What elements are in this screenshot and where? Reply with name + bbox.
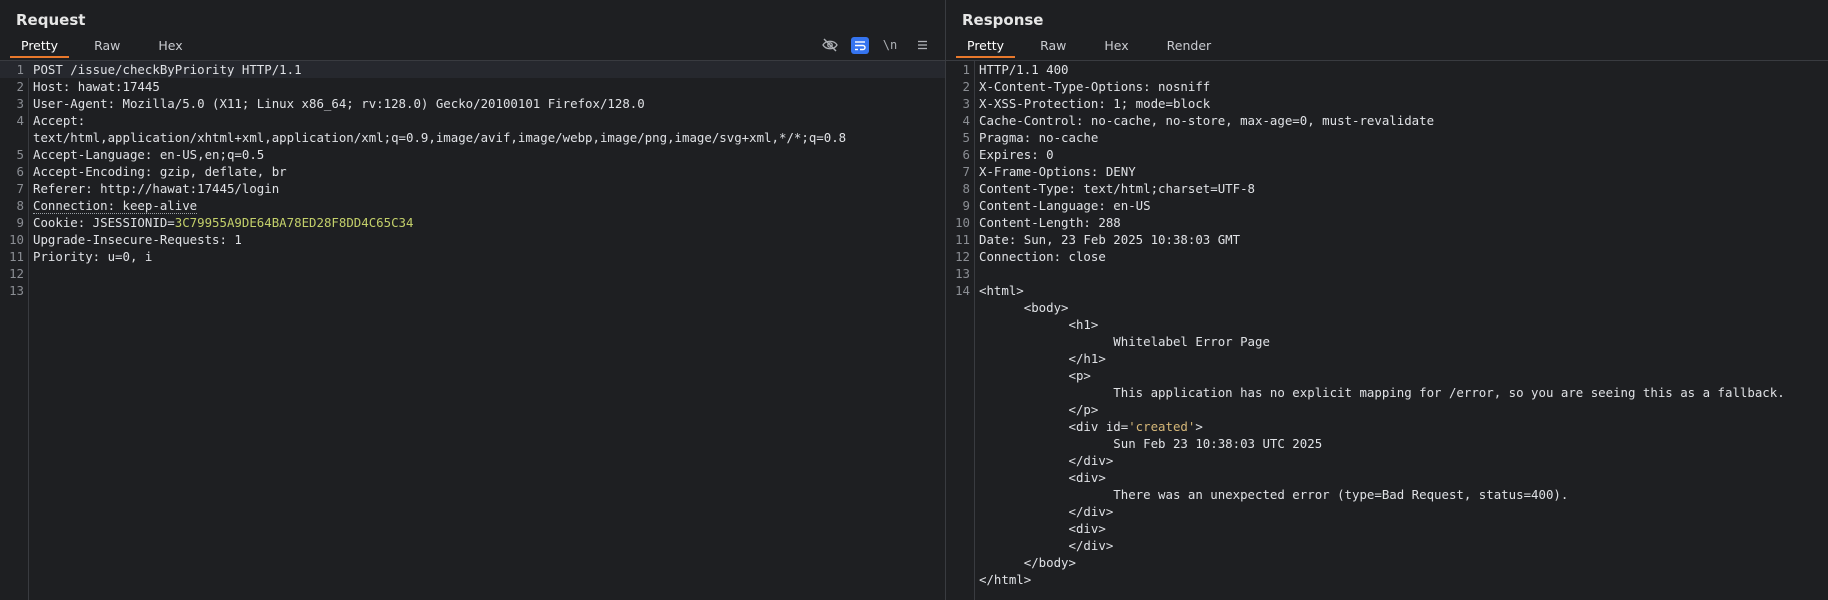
request-line: 6 Accept-Encoding: gzip, deflate, br [16, 164, 287, 179]
response-line: 3 X-XSS-Protection: 1; mode=block [962, 96, 1211, 111]
request-title: Request [16, 11, 86, 29]
request-tab-hex[interactable]: Hex [143, 35, 197, 58]
response-line: <div> [979, 521, 1106, 536]
request-line-wrapped: text/html,application/xhtml+xml,applicat… [33, 130, 847, 145]
newline-toggle[interactable]: \n [879, 35, 901, 55]
response-line: <h1> [979, 317, 1099, 332]
request-line: 2 Host: hawat:17445 [16, 79, 160, 94]
request-tab-raw[interactable]: Raw [79, 35, 135, 58]
response-line: 1 HTTP/1.1 400 [962, 62, 1069, 77]
response-line: 5 Pragma: no-cache [962, 130, 1099, 145]
request-line: 12 [9, 266, 24, 281]
response-line: 7 X-Frame-Options: DENY [962, 164, 1136, 179]
response-line: 8 Content-Type: text/html;charset=UTF-8 [962, 181, 1256, 196]
response-line: </html> [979, 572, 1032, 587]
response-line: 4 Cache-Control: no-cache, no-store, max-… [962, 113, 1435, 128]
session-id-value: 3C79955A9DE64BA78ED28F8DD4C65C34 [174, 215, 414, 230]
response-panel: Response Pretty Raw Hex Render 1 HTTP/1.1… [946, 0, 1828, 600]
wrap-icon[interactable] [851, 36, 869, 54]
response-tab-pretty[interactable]: Pretty [952, 35, 1019, 58]
response-line: <div> [979, 470, 1106, 485]
response-line: </body> [979, 555, 1076, 570]
response-tab-raw[interactable]: Raw [1025, 35, 1081, 58]
request-tabs: Pretty Raw Hex [6, 35, 198, 58]
response-line: 11 Date: Sun, 23 Feb 2025 10:38:03 GMT [955, 232, 1241, 247]
request-editor[interactable]: 1 POST /issue/checkByPriority HTTP/1.1 2H… [0, 60, 945, 600]
request-toolbar: \n [819, 34, 933, 56]
response-title: Response [962, 11, 1044, 29]
response-tabs: Pretty Raw Hex Render [952, 35, 1226, 58]
response-line: <p> [979, 368, 1091, 383]
response-line: </div> [979, 453, 1114, 468]
response-line: 10 Content-Length: 288 [955, 215, 1121, 230]
response-editor[interactable]: 1 HTTP/1.1 400 2 X-Content-Type-Options: n… [946, 60, 1828, 600]
request-line: 5 Accept-Language: en-US,en;q=0.5 [16, 147, 265, 162]
request-line: 10 Upgrade-Insecure-Requests: 1 [9, 232, 242, 247]
response-tab-render[interactable]: Render [1152, 35, 1227, 58]
menu-icon[interactable] [911, 35, 933, 55]
response-line: Whitelabel Error Page [979, 334, 1270, 349]
response-line: 13 [955, 266, 970, 281]
response-line: 6 Expires: 0 [962, 147, 1054, 162]
response-line: </div> [979, 504, 1114, 519]
eye-off-icon[interactable] [819, 35, 841, 55]
request-line: 8 Connection: keep-alive [16, 198, 198, 214]
request-line: 3 User-Agent: Mozilla/5.0 (X11; Linux x86… [16, 96, 645, 111]
response-line-created-div: <div id='created'> [979, 419, 1203, 434]
request-tab-pretty[interactable]: Pretty [6, 35, 73, 58]
response-line: </h1> [979, 351, 1106, 366]
request-line: 7 Referer: http://hawat:17445/login [16, 181, 280, 196]
response-line: This application has no explicit mapping… [979, 385, 1785, 400]
response-line: Sun Feb 23 10:38:03 UTC 2025 [979, 436, 1323, 451]
response-line: 14 <html> [955, 283, 1024, 298]
response-line: 12 Connection: close [955, 249, 1106, 264]
request-line: 4 Accept: [16, 113, 86, 128]
request-line: 1 POST /issue/checkByPriority HTTP/1.1 [0, 61, 945, 78]
response-line: 2 X-Content-Type-Options: nosniff [962, 79, 1211, 94]
response-line: There was an unexpected error (type=Bad … [979, 487, 1569, 502]
response-line: 9 Content-Language: en-US [962, 198, 1151, 213]
request-line: 11 Priority: u=0, i [9, 249, 153, 264]
response-line: </div> [979, 538, 1114, 553]
response-line: <body> [979, 300, 1069, 315]
response-tab-hex[interactable]: Hex [1089, 35, 1143, 58]
request-panel: Request Pretty Raw Hex \n 1 POST /issue/… [0, 0, 945, 600]
request-line-cookie: 9 Cookie: JSESSIONID=3C79955A9DE64BA78ED2… [16, 215, 414, 230]
attr-value: 'created' [1128, 419, 1196, 434]
response-line: </p> [979, 402, 1099, 417]
request-line: 13 [9, 283, 24, 298]
